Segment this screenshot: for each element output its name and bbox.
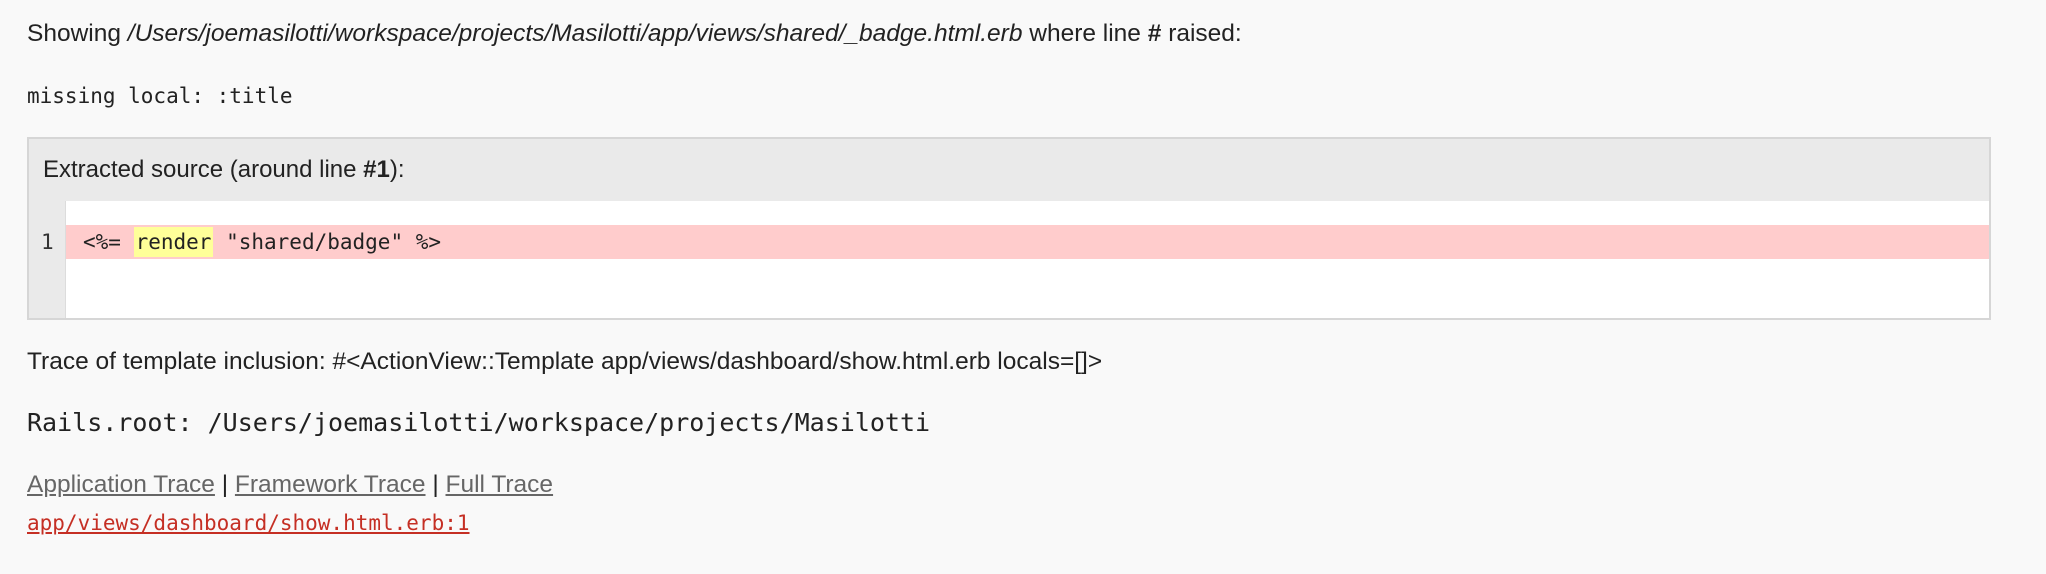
source-header: Extracted source (around line #1):: [29, 139, 1989, 201]
error-heading: Showing /Users/joemasilotti/workspace/pr…: [27, 18, 1242, 50]
code-keyword-highlight: render: [133, 227, 214, 257]
trace-separator: |: [214, 471, 235, 498]
heading-suffix: raised:: [1161, 20, 1242, 47]
line-number-gutter: [29, 201, 66, 318]
template-inclusion-trace: Trace of template inclusion: #<ActionVie…: [27, 348, 1103, 375]
line-number: 1: [41, 230, 54, 254]
highlighted-code-line: <%= render "shared/badge" %>: [66, 225, 1989, 259]
error-message: missing local: :title: [27, 84, 293, 108]
code-after: "shared/badge" %>: [213, 230, 442, 254]
code-before: <%=: [83, 230, 134, 254]
template-path: /Users/joemasilotti/workspace/projects/M…: [127, 20, 1023, 47]
trace-toggle-links: Application Trace | Framework Trace | Fu…: [27, 469, 553, 501]
trace-entry-link[interactable]: app/views/dashboard/show.html.erb:1: [27, 509, 470, 537]
source-title: Extracted source (around line #1):: [43, 155, 405, 185]
trace-separator: |: [425, 471, 446, 498]
full-trace-link[interactable]: Full Trace: [446, 471, 554, 498]
code-text: <%= render "shared/badge" %>: [83, 227, 442, 257]
extracted-source-box: Extracted source (around line #1): 1 <%=…: [27, 137, 1991, 320]
framework-trace-link[interactable]: Framework Trace: [235, 471, 426, 498]
source-title-line: #1: [363, 156, 390, 183]
heading-prefix: Showing: [27, 20, 128, 47]
source-title-suffix: ):: [389, 156, 405, 183]
heading-middle: where line: [1022, 20, 1148, 47]
application-trace-link[interactable]: Application Trace: [27, 471, 215, 498]
error-page: Showing /Users/joemasilotti/workspace/pr…: [0, 0, 2046, 574]
rails-root: Rails.root: /Users/joemasilotti/workspac…: [27, 408, 931, 437]
source-title-prefix: Extracted source (around line: [43, 156, 364, 183]
heading-hash: #: [1147, 20, 1162, 47]
